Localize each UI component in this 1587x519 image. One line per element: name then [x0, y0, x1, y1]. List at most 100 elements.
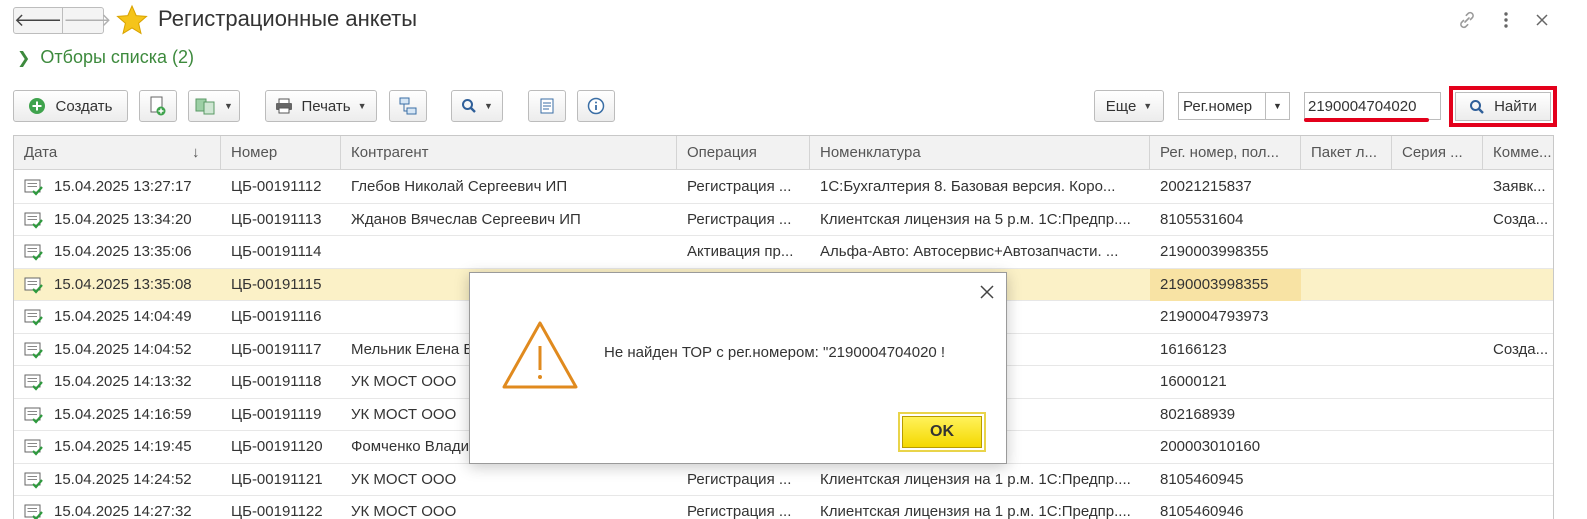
table-row[interactable]: 15.04.2025 13:27:17 ЦБ-00191112 Глебов Ник… — [14, 171, 1553, 204]
cell-packet — [1301, 301, 1392, 333]
cell-nomenclature: Альфа-Авто: Автосервис+Автозапчасти. ... — [820, 243, 1119, 260]
cell-comment: Заявк... — [1493, 178, 1546, 195]
cell-comment: Созда... — [1493, 340, 1549, 358]
create-based-on-button[interactable]: ▼ — [188, 90, 240, 122]
close-icon[interactable] — [1530, 8, 1554, 32]
cell-number: ЦБ-00191117 — [231, 340, 322, 358]
table-header: Дата ↓ Номер Контрагент Операция Номенкл… — [14, 136, 1553, 170]
cell-number: ЦБ-00191112 — [231, 178, 322, 195]
cell-nomenclature: Клиентская лицензия на 1 р.м. 1С:Предпр.… — [820, 503, 1131, 519]
table-row[interactable]: 15.04.2025 14:27:32 ЦБ-00191122 УК МОСТ ОО… — [14, 496, 1553, 519]
ok-button[interactable]: OK — [902, 416, 982, 448]
table-row[interactable]: 15.04.2025 13:34:20 ЦБ-00191113 Жданов Вяч… — [14, 203, 1553, 236]
create-button[interactable]: Создать — [13, 90, 128, 122]
cell-number: ЦБ-00191120 — [231, 438, 323, 455]
cell-regnum: 8105460946 — [1160, 503, 1244, 519]
cell-series — [1392, 366, 1483, 398]
cell-contractor: Глебов Николай Сергеевич ИП — [351, 178, 568, 195]
structure-button[interactable] — [389, 90, 427, 122]
cell-regnum: 16166123 — [1160, 340, 1227, 358]
cell-number: ЦБ-00191114 — [231, 243, 322, 260]
cell-number: ЦБ-00191115 — [231, 275, 322, 293]
info-button[interactable] — [577, 90, 615, 122]
cell-comment: Созда... — [1493, 210, 1549, 228]
cell-comment — [1483, 431, 1553, 463]
cell-date: 15.04.2025 14:16:59 — [54, 405, 192, 423]
column-header-series[interactable]: Серия ... — [1392, 136, 1483, 170]
cell-comment — [1483, 236, 1553, 268]
cell-regnum: 2190003998355 — [1150, 268, 1301, 301]
cell-packet — [1301, 399, 1392, 431]
cell-contractor: УК МОСТ ООО — [351, 470, 457, 488]
cell-contractor — [341, 236, 677, 268]
cell-nomenclature: 1С:Бухгалтерия 8. Базовая версия. Коро..… — [820, 178, 1116, 195]
cell-nomenclature: Клиентская лицензия на 1 р.м. 1С:Предпр.… — [820, 470, 1131, 488]
chevron-down-icon[interactable]: ▼ — [1265, 93, 1289, 119]
cell-regnum: 2190004793973 — [1160, 308, 1269, 325]
cell-packet — [1301, 171, 1392, 203]
print-button[interactable]: Печать ▼ — [265, 90, 377, 122]
search-field-select-value: Рег.номер — [1183, 98, 1253, 115]
chevron-down-icon: ▼ — [1143, 101, 1153, 111]
search-icon — [1470, 99, 1484, 114]
print-button-label: Печать — [301, 97, 351, 115]
cell-packet — [1301, 204, 1392, 236]
copy-button[interactable] — [139, 90, 177, 122]
back-button[interactable]: 🡐 — [14, 8, 62, 33]
cell-comment — [1483, 399, 1553, 431]
cell-date: 15.04.2025 13:34:20 — [54, 210, 192, 228]
column-header-packet[interactable]: Пакет л... — [1301, 136, 1392, 170]
hierarchy-icon — [399, 97, 417, 115]
cell-packet — [1301, 464, 1392, 496]
cell-packet — [1301, 496, 1392, 519]
cell-number: ЦБ-00191119 — [231, 405, 322, 423]
cell-operation: Регистрация ... — [687, 210, 792, 228]
cell-regnum: 2190003998355 — [1160, 243, 1269, 260]
cell-comment — [1483, 301, 1553, 333]
favorite-star-icon[interactable] — [116, 4, 148, 36]
cell-number: ЦБ-00191118 — [231, 373, 322, 390]
more-vertical-icon[interactable] — [1494, 8, 1518, 32]
link-icon[interactable] — [1455, 8, 1479, 32]
cell-series — [1392, 334, 1483, 366]
column-header-date-label: Дата — [24, 144, 58, 161]
create-button-label: Создать — [55, 97, 113, 115]
column-header-date[interactable]: Дата ↓ — [14, 136, 221, 170]
list-filters-label: Отборы списка (2) — [40, 47, 195, 67]
column-header-number[interactable]: Номер — [221, 136, 341, 170]
search-input[interactable] — [1304, 92, 1441, 120]
column-header-comment[interactable]: Комме... — [1483, 136, 1553, 170]
cell-series — [1392, 236, 1483, 268]
cell-series — [1392, 301, 1483, 333]
table-row[interactable]: 15.04.2025 13:35:06 ЦБ-00191114 Активация … — [14, 236, 1553, 269]
cell-number: ЦБ-00191113 — [231, 210, 322, 228]
chevron-down-icon: ▼ — [484, 101, 493, 111]
report-button[interactable] — [528, 90, 566, 122]
list-filters-toggle[interactable]: ❯ Отборы списка (2) — [17, 47, 194, 68]
column-header-contractor[interactable]: Контрагент — [341, 136, 677, 170]
cell-regnum: 8105531604 — [1160, 210, 1244, 228]
cell-date: 15.04.2025 13:35:08 — [54, 275, 192, 293]
cell-packet — [1301, 236, 1392, 268]
search-field-select[interactable]: Рег.номер ▼ — [1178, 92, 1290, 120]
cell-date: 15.04.2025 14:04:52 — [54, 340, 192, 358]
cell-date: 15.04.2025 14:27:32 — [54, 503, 192, 519]
error-dialog: Не найден ТОР с рег.номером: "2190004704… — [469, 272, 1007, 464]
forward-button[interactable]: 🡒 — [62, 8, 112, 33]
info-icon — [587, 97, 605, 115]
table-row[interactable]: 15.04.2025 14:24:52 ЦБ-00191121 УК МОСТ ОО… — [14, 463, 1553, 496]
column-header-regnum[interactable]: Рег. номер, пол... — [1150, 136, 1301, 170]
close-icon[interactable] — [976, 281, 998, 303]
cell-comment — [1483, 269, 1553, 301]
search-options-button[interactable]: ▼ — [451, 90, 503, 122]
copy-document-icon — [150, 96, 166, 116]
cell-regnum: 16000121 — [1160, 373, 1227, 390]
cell-contractor: УК МОСТ ООО — [351, 503, 457, 519]
more-button[interactable]: Еще ▼ — [1094, 90, 1164, 122]
cell-operation: Регистрация ... — [687, 503, 792, 519]
warning-triangle-icon — [502, 321, 578, 389]
column-header-nomenclature[interactable]: Номенклатура — [810, 136, 1150, 170]
column-header-operation[interactable]: Операция — [677, 136, 810, 170]
find-button[interactable]: Найти — [1455, 92, 1551, 121]
cell-contractor: Жданов Вячеслав Сергеевич ИП — [351, 210, 581, 228]
